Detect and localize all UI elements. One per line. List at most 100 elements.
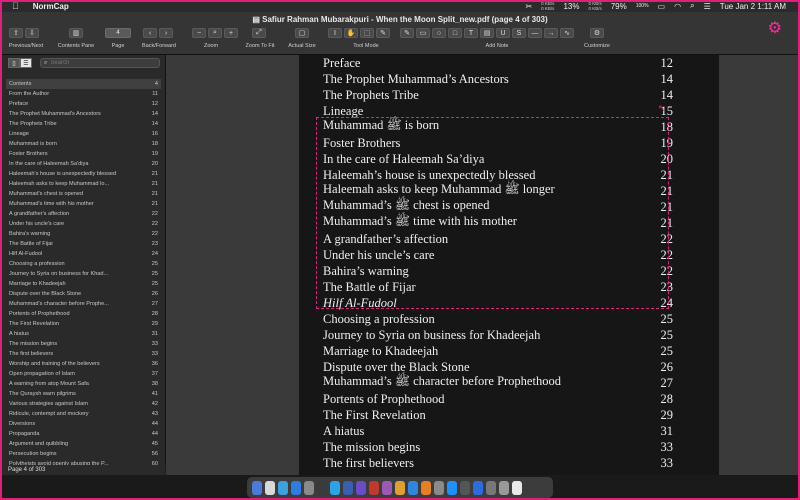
toc-item[interactable]: A warning from atop Mount Safa 38 <box>6 379 161 389</box>
contents-entry[interactable]: Choosing a profession 25 <box>323 311 673 327</box>
dock-app-icon[interactable] <box>395 480 405 495</box>
customize-button[interactable]: ⚙ <box>590 28 604 38</box>
contents-entry[interactable]: A hiatus 31 <box>323 423 673 439</box>
zoom-out-button[interactable]: − <box>192 28 206 38</box>
dock-app-icon[interactable] <box>304 480 314 495</box>
toc-item[interactable]: Muhammad's time with his mother 21 <box>6 199 161 209</box>
dock-app-icon[interactable] <box>343 480 353 495</box>
search-menu-icon[interactable]: ⌕ <box>690 1 694 11</box>
wifi-icon[interactable]: ◠ <box>674 2 681 11</box>
network-monitor[interactable]: 0 KB/s 0 KB/s <box>541 1 554 11</box>
toc-view-button[interactable]: ☰ <box>20 58 32 68</box>
dock-app-icon[interactable] <box>252 480 262 495</box>
toc-item[interactable]: Haleemah's house is unexpectedly blessed… <box>6 169 161 179</box>
toc-item[interactable]: Bahira's warning 22 <box>6 229 161 239</box>
dock-app-icon[interactable] <box>291 480 301 495</box>
dock-app-icon[interactable] <box>265 480 275 495</box>
contents-entry[interactable]: The mission begins 33 <box>323 439 673 455</box>
dock-app-icon[interactable] <box>382 480 392 495</box>
settings-gear-icon[interactable]: ⚙ <box>768 18 782 38</box>
thumbnail-view-button[interactable]: ▯ <box>8 58 20 68</box>
recorder-icon[interactable]: ✂ <box>525 2 532 11</box>
comment-note-button[interactable]: ▤ <box>480 28 494 38</box>
battery-stat[interactable]: 100% <box>636 3 649 9</box>
toc-item[interactable]: Haleemah asks to keep Muhammad lo... 21 <box>6 179 161 189</box>
clock[interactable]: Tue Jan 2 1:11 AM <box>720 2 786 11</box>
circle-note-button[interactable]: ○ <box>432 28 446 38</box>
disk-monitor[interactable]: 0 KB/s 0 KB/s <box>588 1 601 11</box>
forward-button[interactable]: › <box>159 28 173 38</box>
toc-item[interactable]: Preface 12 <box>6 99 161 109</box>
contents-entry[interactable]: Preface 12 <box>323 55 673 71</box>
zoom-to-fit-button[interactable]: ⤢ <box>252 28 266 38</box>
toc-item[interactable]: Journey to Syria on business for Khad...… <box>6 269 161 279</box>
toc-item[interactable]: Portents of Prophethood 28 <box>6 309 161 319</box>
toc-item[interactable]: Muhammad's character before Prophe... 27 <box>6 299 161 309</box>
capture-selection-box[interactable] <box>316 117 669 309</box>
toc-item[interactable]: Various strategies against Islam 42 <box>6 399 161 409</box>
toc-item[interactable]: The Battle of Fijar 23 <box>6 239 161 249</box>
toc-item[interactable]: Choosing a profession 25 <box>6 259 161 269</box>
back-button[interactable]: ‹ <box>143 28 157 38</box>
rect-select-tool-button[interactable]: ⬚ <box>360 28 374 38</box>
toc-item[interactable]: Open propagation of Islam 37 <box>6 369 161 379</box>
toc-item[interactable]: Under his uncle's care 22 <box>6 219 161 229</box>
sidebar-search[interactable]: ⌕ <box>40 58 160 68</box>
apple-icon[interactable]:  <box>12 1 19 11</box>
dock-app-icon[interactable] <box>512 480 522 495</box>
toc-item[interactable]: The first believers 33 <box>6 349 161 359</box>
annotate-tool-button[interactable]: ✎ <box>376 28 390 38</box>
text-select-tool-button[interactable]: I <box>328 28 342 38</box>
toc-item[interactable]: A grandfather's affection 22 <box>6 209 161 219</box>
toc-item[interactable]: The mission begins 33 <box>6 339 161 349</box>
freehand-note-button[interactable]: ∿ <box>560 28 574 38</box>
dock-app-icon[interactable] <box>278 480 288 495</box>
line-note-button[interactable]: — <box>528 28 542 38</box>
toc-item[interactable]: Contents 4 <box>6 79 161 89</box>
toc-item[interactable]: The Prophet Muhammad's Ancestors 14 <box>6 109 161 119</box>
zoom-in-button[interactable]: + <box>224 28 238 38</box>
control-center-icon[interactable]: ☰ <box>704 2 711 11</box>
pen-note-button[interactable]: ✎ <box>400 28 414 38</box>
contents-entry[interactable]: Dispute over the Black Stone 26 <box>323 359 673 375</box>
box-note-button[interactable]: □ <box>448 28 462 38</box>
actual-size-button[interactable]: ▢ <box>295 28 309 38</box>
search-input[interactable] <box>50 60 151 66</box>
hand-tool-button[interactable]: ✋ <box>344 28 358 38</box>
toc-item[interactable]: Muhammad's chest is opened 21 <box>6 189 161 199</box>
toc-item[interactable]: Muhammad is born 18 <box>6 139 161 149</box>
memory-stat[interactable]: 79% <box>611 2 627 11</box>
zoom-reset-button[interactable]: ⌕ <box>208 28 222 38</box>
toc-item[interactable]: Persecution begins 56 <box>6 449 161 459</box>
toc-item[interactable]: Dispute over the Black Stone 26 <box>6 289 161 299</box>
next-page-button[interactable]: ⇩ <box>25 28 39 38</box>
arrow-note-button[interactable]: → <box>544 28 558 38</box>
contents-entry[interactable]: Marriage to Khadeejah 25 <box>323 343 673 359</box>
underline-note-button[interactable]: U <box>496 28 510 38</box>
toc-item[interactable]: The Quraysh warn pilgrims 41 <box>6 389 161 399</box>
dock-app-icon[interactable] <box>499 480 509 495</box>
toc-item[interactable]: Worship and training of the believers 36 <box>6 359 161 369</box>
contents-entry[interactable]: The First Revelation 29 <box>323 407 673 423</box>
contents-entry[interactable]: The Prophets Tribe 14 <box>323 87 673 103</box>
dock-app-icon[interactable] <box>369 480 379 495</box>
dock-app-icon[interactable] <box>473 480 483 495</box>
dock-app-icon[interactable] <box>317 480 327 495</box>
contents-entry[interactable]: The first believers 33 <box>323 455 673 471</box>
dock-app-icon[interactable] <box>356 480 366 495</box>
dock-app-icon[interactable] <box>330 480 340 495</box>
page-number-field[interactable]: 4 <box>105 28 131 38</box>
toc-item[interactable]: Hilf Al-Fudool 24 <box>6 249 161 259</box>
dock-app-icon[interactable] <box>486 480 496 495</box>
battery-icon[interactable]: ▭ <box>658 2 666 11</box>
contents-entry[interactable]: Portents of Prophethood 28 <box>323 391 673 407</box>
app-name[interactable]: NormCap <box>33 2 69 11</box>
toc-item[interactable]: The Prophets Tribe 14 <box>6 119 161 129</box>
toc-item[interactable]: Marriage to Khadeejah 25 <box>6 279 161 289</box>
dock-app-icon[interactable] <box>447 480 457 495</box>
toc-item[interactable]: Argument and quibbling 45 <box>6 439 161 449</box>
toc-item[interactable]: From the Author 11 <box>6 89 161 99</box>
toc-item[interactable]: Ridicule, contempt and mockery 43 <box>6 409 161 419</box>
dock-app-icon[interactable] <box>460 480 470 495</box>
dock-app-icon[interactable] <box>434 480 444 495</box>
